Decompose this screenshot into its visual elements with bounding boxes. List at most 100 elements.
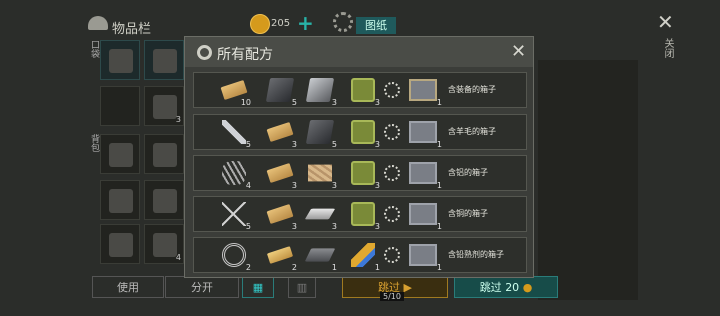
result-item: 1 xyxy=(408,200,442,231)
jerrycan-icon xyxy=(351,120,375,144)
ingredient-qty: 3 xyxy=(331,181,337,190)
recipe-row[interactable]: 4 3 3 3 1 含铝的箱子 xyxy=(193,155,527,191)
cleaver-icon xyxy=(153,189,177,213)
ingredient: 3 xyxy=(349,76,380,107)
result-qty: 1 xyxy=(436,140,442,149)
ingredient-qty: 2 xyxy=(245,263,251,272)
ingredient: 3 xyxy=(349,159,380,190)
plank-icon xyxy=(266,163,294,183)
add-coins-button[interactable]: + xyxy=(297,11,314,35)
ingredient-qty: 3 xyxy=(331,98,337,107)
spring-icon xyxy=(222,161,246,185)
ingredient: 1 xyxy=(349,241,380,272)
inventory-slot[interactable] xyxy=(144,180,184,220)
ingredient: 2 xyxy=(266,241,297,272)
saw-icon xyxy=(384,206,400,222)
ingredient-qty: 3 xyxy=(374,181,380,190)
coin-icon xyxy=(250,14,270,34)
ingredient-qty: 10 xyxy=(240,98,251,107)
skip-cost: 20 xyxy=(505,281,520,294)
use-button[interactable]: 使用 xyxy=(92,276,164,298)
boots-icon xyxy=(153,143,177,167)
metal-crate-icon xyxy=(409,244,437,266)
recipes-modal: 所有配方 ✕ 10 5 3 3 1 含装备的箱子 5 3 5 3 1 含羊毛的箱子 4 3 3 3 1 含铝的箱子… xyxy=(184,36,534,278)
saw-icon xyxy=(384,124,400,140)
ingredient-qty: 1 xyxy=(374,263,380,272)
inventory-slot[interactable] xyxy=(100,224,140,264)
result-item: 1 xyxy=(408,118,442,149)
skip-counter: 5/10 xyxy=(380,292,404,301)
close-icon[interactable]: ✕ xyxy=(657,10,674,34)
result-item: 1 xyxy=(408,241,442,272)
ingredient-qty: 5 xyxy=(291,98,297,107)
plank-icon xyxy=(266,204,294,224)
metal-crate-icon xyxy=(409,162,437,184)
nails-icon xyxy=(222,202,246,226)
equipment-panel xyxy=(538,60,638,300)
result-item: 1 xyxy=(408,76,442,107)
sort-button[interactable]: ▦ xyxy=(242,276,274,298)
coin-count: 205 xyxy=(271,18,291,29)
inventory-slot[interactable] xyxy=(100,180,140,220)
saw-icon xyxy=(384,165,400,181)
ingredient-qty: 3 xyxy=(374,140,380,149)
inventory-slot[interactable] xyxy=(100,134,140,174)
gears-icon xyxy=(197,45,212,60)
plank-icon xyxy=(220,80,248,100)
ingredient: 3 xyxy=(349,200,380,231)
inventory-slot[interactable] xyxy=(144,134,184,174)
ingredient-qty: 5 xyxy=(245,140,251,149)
shotgun-icon xyxy=(109,49,133,73)
inventory-slot[interactable] xyxy=(144,40,184,80)
recipe-row[interactable]: 5 3 3 3 1 含铜的箱子 xyxy=(193,196,527,232)
ingredient-qty: 2 xyxy=(291,263,297,272)
sheet-metal-icon xyxy=(305,78,335,102)
ingredient: 3 xyxy=(349,118,380,149)
ingredient: 3 xyxy=(266,200,297,231)
metal-crate-icon xyxy=(409,203,437,225)
jerrycan-icon xyxy=(351,161,375,185)
ingredient: 10 xyxy=(220,76,251,107)
inventory-slot[interactable]: 3 xyxy=(144,86,184,126)
ingredient: 3 xyxy=(306,159,337,190)
dark-sheet-icon xyxy=(305,120,335,144)
result-item: 1 xyxy=(408,159,442,190)
metal-crate-icon xyxy=(409,121,437,143)
ingredient: 5 xyxy=(265,76,297,107)
item-count: 4 xyxy=(175,253,181,262)
split-button[interactable]: 分开 xyxy=(165,276,239,298)
crowbar-icon xyxy=(109,233,133,257)
close-icon[interactable]: ✕ xyxy=(511,41,526,62)
modal-title: 所有配方 xyxy=(217,47,273,63)
ingredient: 5 xyxy=(220,118,251,149)
inventory-slot[interactable] xyxy=(100,40,140,80)
tab-blueprints[interactable]: 图纸 xyxy=(356,17,396,34)
saw-icon xyxy=(384,82,400,98)
ingredient-qty: 3 xyxy=(331,222,337,231)
item-count: 3 xyxy=(175,115,181,124)
inventory-header: 物品栏 205 + 图纸 xyxy=(0,0,720,40)
inventory-slot[interactable] xyxy=(100,86,140,126)
helmet-icon xyxy=(109,143,133,167)
ingredient-qty: 3 xyxy=(374,222,380,231)
cardboard-icon xyxy=(308,164,332,182)
ingredient-qty: 3 xyxy=(291,140,297,149)
recipe-row[interactable]: 10 5 3 3 1 含装备的箱子 xyxy=(193,72,527,108)
propeller-icon xyxy=(109,189,133,213)
plank-icon xyxy=(266,122,294,142)
coin-icon: ● xyxy=(522,281,533,294)
dark-sheet-icon xyxy=(265,78,295,102)
armor-icon xyxy=(153,49,177,73)
result-name: 含铅熟剂的箱子 xyxy=(448,250,504,259)
recipe-row[interactable]: 2 2 1 1 1 含铅熟剂的箱子 xyxy=(193,237,527,273)
result-name: 含羊毛的箱子 xyxy=(448,127,496,136)
recipe-row[interactable]: 5 3 5 3 1 含羊毛的箱子 xyxy=(193,114,527,150)
ingredient-qty: 3 xyxy=(374,98,380,107)
ingredient: 1 xyxy=(304,241,337,272)
inventory-slot[interactable]: 4 xyxy=(144,224,184,264)
trash-button[interactable]: ▥ xyxy=(288,276,316,298)
close-label: 关闭 xyxy=(662,38,673,58)
skip-coins-button[interactable]: 跳过 20 ● xyxy=(454,276,558,298)
result-qty: 1 xyxy=(436,263,442,272)
ingredient: 3 xyxy=(266,159,297,190)
